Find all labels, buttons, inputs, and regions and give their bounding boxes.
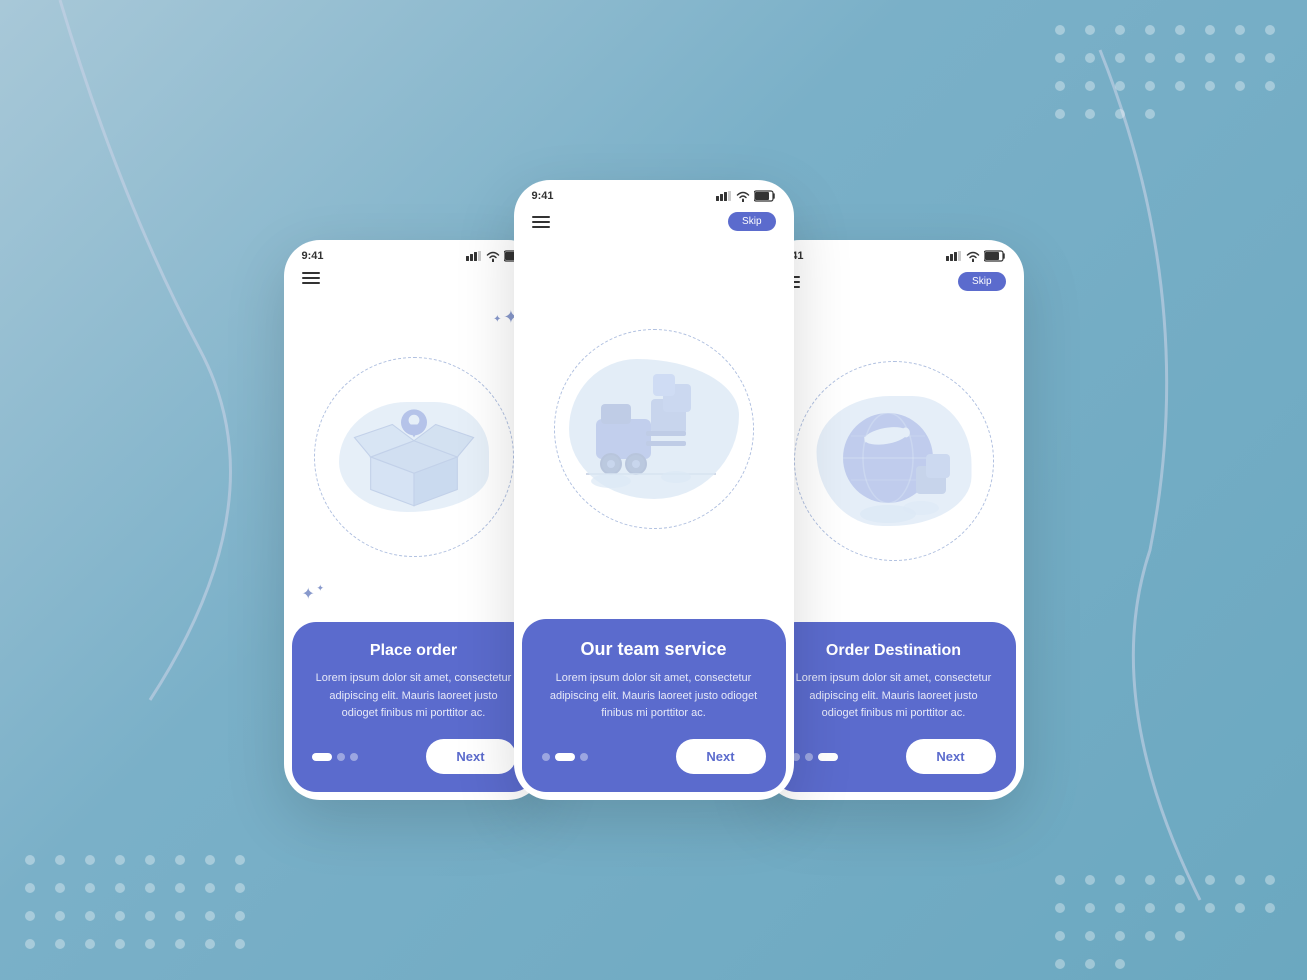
dot-2-inactive2 — [580, 753, 588, 761]
status-time-1: 9:41 — [302, 250, 324, 262]
dot-3-inactive2 — [805, 753, 813, 761]
card-footer-2: Next — [542, 739, 766, 774]
status-bar-3: 9:41 — [764, 240, 1024, 268]
dot-3-active — [818, 753, 838, 761]
screen-1-place-order: 9:41 — [284, 240, 544, 800]
bottom-card-1: Place order Lorem ipsum dolor sit amet, … — [292, 622, 536, 792]
dots-indicator-1 — [312, 753, 358, 761]
sparkle-tr2-1: ✦ — [493, 314, 501, 325]
screens-container: 9:41 — [254, 180, 1054, 800]
wifi-icon-3 — [966, 251, 980, 262]
sparkle-bl2-1: ✦ — [317, 583, 325, 594]
dots-indicator-3 — [792, 753, 838, 761]
status-bar-1: 9:41 — [284, 240, 544, 268]
card-body-2: Lorem ipsum dolor sit amet, consectetur … — [542, 670, 766, 723]
dot-1-inactive1 — [337, 753, 345, 761]
screen-2-team-service: 9:41 — [514, 180, 794, 800]
illustration-area-1: ✦ ✦ ✦ ✦ — [284, 292, 544, 622]
dots-indicator-2 — [542, 753, 588, 761]
skip-button-2[interactable]: Skip — [728, 212, 775, 231]
status-time-2: 9:41 — [532, 190, 554, 202]
bottom-card-3: Order Destination Lorem ipsum dolor sit … — [772, 622, 1016, 792]
wifi-icon-2 — [736, 191, 750, 202]
card-title-1: Place order — [312, 642, 516, 660]
wifi-icon-1 — [486, 251, 500, 262]
illustration-area-3 — [764, 299, 1024, 622]
card-title-2: Our team service — [542, 639, 766, 660]
signal-icon-3 — [946, 251, 962, 261]
dot-2-active — [555, 753, 575, 761]
card-footer-1: Next — [312, 739, 516, 774]
status-icons-2 — [716, 190, 776, 202]
card-body-1: Lorem ipsum dolor sit amet, consectetur … — [312, 670, 516, 723]
card-title-3: Order Destination — [792, 642, 996, 660]
card-footer-3: Next — [792, 739, 996, 774]
dot-2-inactive1 — [542, 753, 550, 761]
dot-1-active — [312, 753, 332, 761]
skip-button-3[interactable]: Skip — [958, 272, 1005, 291]
blob-bg-3 — [816, 396, 971, 526]
menu-bar-3: Skip — [764, 268, 1024, 299]
blob-bg-1 — [339, 402, 489, 512]
status-icons-3 — [946, 250, 1006, 262]
hamburger-menu-2[interactable] — [532, 216, 550, 228]
signal-icon-1 — [466, 251, 482, 261]
next-button-3[interactable]: Next — [906, 739, 996, 774]
menu-bar-1 — [284, 268, 544, 292]
card-body-3: Lorem ipsum dolor sit amet, consectetur … — [792, 670, 996, 723]
battery-icon-3 — [984, 250, 1006, 262]
illustration-area-2 — [514, 239, 794, 619]
battery-icon-2 — [754, 190, 776, 202]
status-bar-2: 9:41 — [514, 180, 794, 208]
bottom-card-2: Our team service Lorem ipsum dolor sit a… — [522, 619, 786, 792]
sparkle-bl-1: ✦ — [302, 584, 315, 604]
next-button-1[interactable]: Next — [426, 739, 516, 774]
hamburger-menu-1[interactable] — [302, 272, 320, 284]
screen-3-order-destination: 9:41 — [764, 240, 1024, 800]
menu-bar-2: Skip — [514, 208, 794, 239]
signal-icon-2 — [716, 191, 732, 201]
next-button-2[interactable]: Next — [676, 739, 766, 774]
dot-1-inactive2 — [350, 753, 358, 761]
